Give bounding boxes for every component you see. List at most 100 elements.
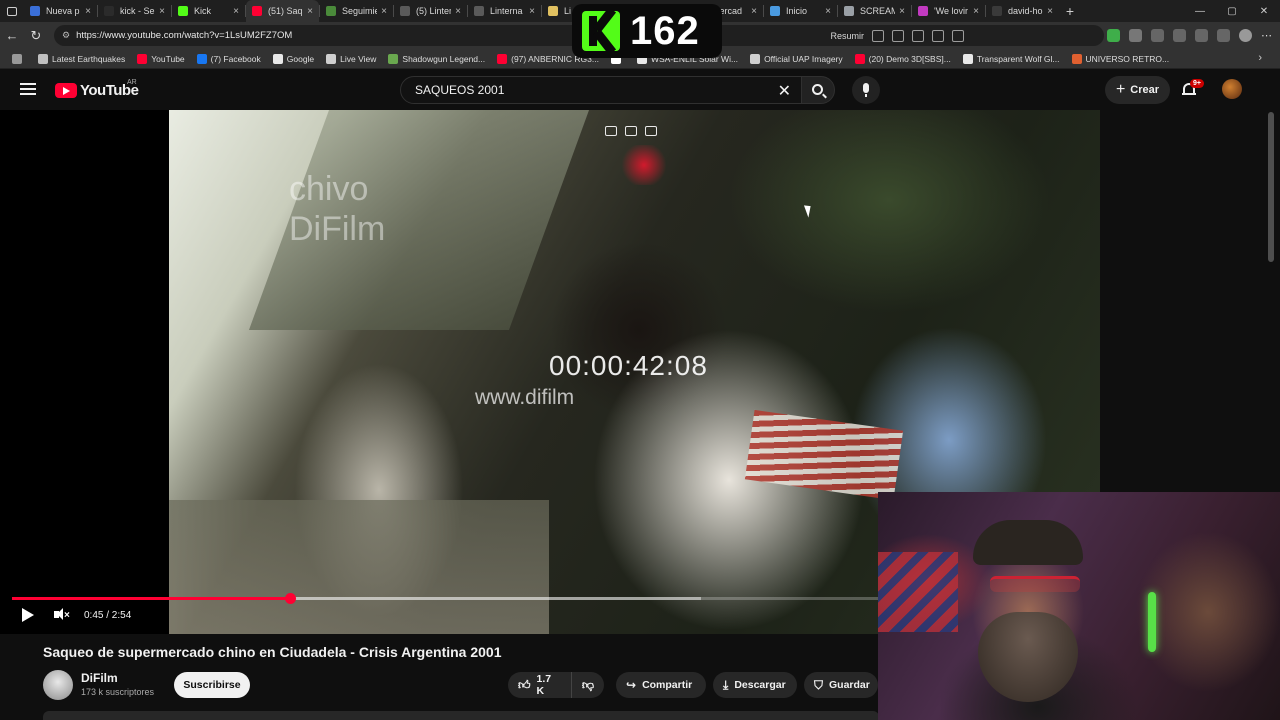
tab-close-icon[interactable]: × [159,6,165,17]
bookmark-item[interactable]: (20) Demo 3D[SBS]... [849,53,957,64]
translate-video-icon[interactable] [645,126,657,136]
create-button[interactable]: + Crear [1105,76,1170,104]
time-display: 0:45 / 2:54 [84,610,132,621]
channel-name[interactable]: DiFilm [81,671,118,685]
bookmark-item[interactable]: Transparent Wolf Gl... [957,53,1066,64]
tab-close-icon[interactable]: × [381,6,387,17]
browser-tab[interactable]: david-ho × [986,0,1059,22]
bookmarks-chevron-icon[interactable]: › [1258,52,1262,64]
tab-close-icon[interactable]: × [1047,6,1053,17]
download-button[interactable]: ⤓ Descargar [713,672,797,698]
page-scrollbar[interactable] [1268,112,1274,262]
browser-tab[interactable]: Seguimie × [320,0,393,22]
window-menu-icon[interactable] [0,0,24,22]
country-code: AR [127,79,137,86]
search-button[interactable] [801,76,835,104]
watermark-difilm: DiFilm [289,210,386,248]
bookmark-favicon-icon [962,53,973,64]
menu-icon[interactable] [20,83,36,95]
bookmark-item[interactable]: Google [267,53,320,64]
tab-close-icon[interactable]: × [455,6,461,17]
video-scene-shirt-logo [744,409,904,501]
channel-avatar[interactable] [43,670,73,700]
close-window-button[interactable]: ✕ [1248,6,1280,17]
streamer-webcam [878,492,1280,720]
minimize-button[interactable]: — [1184,6,1216,17]
favorite-star-icon[interactable] [952,29,964,42]
read-aloud-icon[interactable] [932,29,944,42]
tab-title: (5) Linter [416,6,452,16]
browser-tab[interactable]: (5) Linter × [394,0,467,22]
tab-close-icon[interactable]: × [307,6,313,17]
summarize-button[interactable]: Resumir [830,31,864,41]
browser-tab[interactable]: kick - Se × [98,0,171,22]
translate-icon[interactable] [872,29,884,42]
more-menu-button[interactable]: ⋯ [1261,29,1272,42]
performance-icon[interactable] [1173,29,1186,42]
tab-favicon-icon [104,6,114,16]
picture-in-picture-icon[interactable] [605,126,617,136]
muted-volume-icon[interactable]: × [54,607,70,623]
reload-button[interactable]: ↻ [24,28,48,44]
collections-icon[interactable] [1217,29,1230,42]
browser-tab[interactable]: (51) Saqu × [246,0,319,22]
extension-icon[interactable] [1151,29,1164,42]
dislike-button[interactable]: 👎︎ [572,672,604,698]
apps-icon[interactable] [892,29,904,42]
bookmark-item[interactable]: Latest Earthquakes [32,53,131,64]
search-input[interactable]: SAQUEOS 2001 ✕ [400,76,802,104]
bookmark-item[interactable]: Official UAP Imagery [744,53,849,64]
browser-tab[interactable]: Nueva p × [24,0,97,22]
site-info-icon[interactable]: ⚙ [62,30,70,41]
bookmark-item[interactable]: (7) Facebook [191,53,267,64]
zoom-icon[interactable] [912,29,924,42]
video-scene-ground [169,500,549,634]
bookmarks-icon[interactable] [6,53,32,64]
bookmark-item[interactable]: YouTube [131,53,190,64]
tab-close-icon[interactable]: × [751,6,757,17]
extension-shield-icon[interactable] [1107,29,1120,42]
save-label: Guardar [829,679,870,691]
youtube-logo[interactable]: YouTube AR [55,79,139,99]
maximize-button[interactable]: ▢ [1216,6,1248,17]
webcam-scene-glasses [990,576,1080,592]
bookmark-label: Google [286,53,315,64]
secondary-column [1100,110,1280,492]
download-icon: ⤓ [723,677,729,692]
bookmark-item[interactable]: Live View [320,53,382,64]
tab-title: Linterna [490,6,523,16]
bookmark-label: Latest Earthquakes [52,53,126,64]
description-box[interactable] [43,711,879,720]
browser-tab[interactable]: Linterna × [468,0,541,22]
bookmark-favicon-icon [1071,53,1082,64]
account-avatar[interactable] [1222,79,1242,99]
browser-tab[interactable]: Inicio × [764,0,837,22]
save-button[interactable]: ⛉ Guardar [804,672,878,698]
profile-avatar-icon[interactable] [1239,29,1252,42]
clear-search-icon[interactable]: ✕ [778,81,791,101]
share-button[interactable]: ↪ Compartir [616,672,706,698]
tab-close-icon[interactable]: × [825,6,831,17]
video-scene-flower [619,145,669,185]
voice-search-button[interactable] [852,76,880,104]
play-icon[interactable] [22,608,34,622]
tab-close-icon[interactable]: × [85,6,91,17]
tab-close-icon[interactable]: × [529,6,535,17]
subscribe-button[interactable]: Suscribirse [174,672,250,698]
tab-close-icon[interactable]: × [973,6,979,17]
favorites-icon[interactable] [1195,29,1208,42]
back-button[interactable]: ← [0,28,24,43]
tab-close-icon[interactable]: × [233,6,239,17]
like-button[interactable]: 👍︎ 1.7 K [508,672,572,698]
extension-puzzle-icon[interactable] [1129,29,1142,42]
browser-tab[interactable]: Kick × [172,0,245,22]
capture-icon[interactable] [625,126,637,136]
tab-close-icon[interactable]: × [899,6,905,17]
kick-logo-icon [582,11,620,51]
browser-tab[interactable]: SCREAM × [838,0,911,22]
new-tab-button[interactable]: + [1059,3,1081,19]
bookmark-item[interactable]: UNIVERSO RETRO... [1066,53,1176,64]
bookmark-label: Transparent Wolf Gl... [976,53,1060,64]
bookmark-item[interactable]: Shadowgun Legend... [382,53,491,64]
browser-tab[interactable]: 'We lovir × [912,0,985,22]
